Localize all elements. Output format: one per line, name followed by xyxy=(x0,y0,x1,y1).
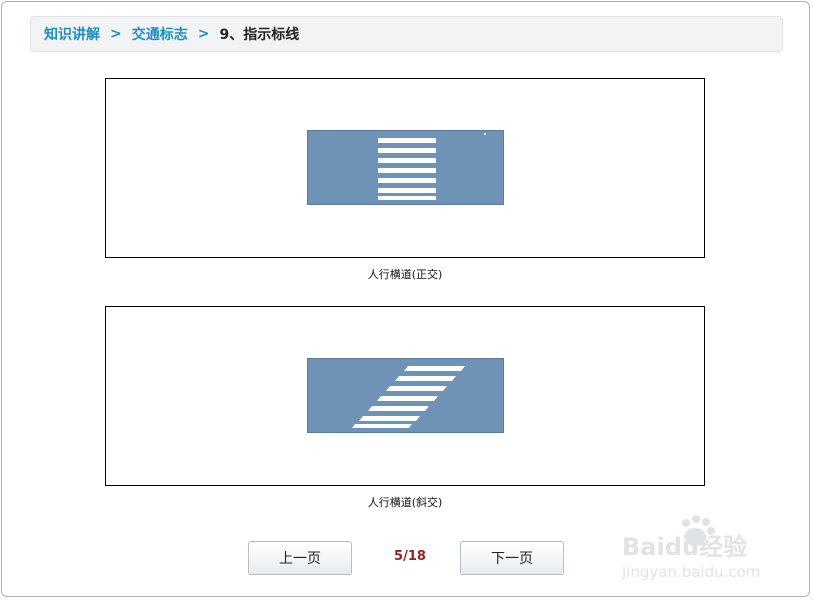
crosswalk-stripe xyxy=(395,376,456,381)
crosswalk-stripe xyxy=(368,406,429,411)
breadcrumb: 知识讲解 > 交通标志 > 9、指示标线 xyxy=(30,16,783,52)
breadcrumb-link-traffic-signs[interactable]: 交通标志 xyxy=(132,24,188,44)
crosswalk-stripe xyxy=(378,158,436,163)
crosswalk-perpendicular-figure xyxy=(105,78,705,258)
crosswalk-stripe xyxy=(378,188,436,193)
crosswalk-stripe xyxy=(378,168,436,173)
page-indicator: 5/18 xyxy=(394,549,426,564)
prev-page-button[interactable]: 上一页 xyxy=(248,541,352,575)
crosswalk-stripe xyxy=(378,178,436,183)
chevron-right-icon: > xyxy=(197,26,210,42)
crosswalk-stripe xyxy=(359,416,420,421)
breadcrumb-link-knowledge[interactable]: 知识讲解 xyxy=(44,24,100,44)
crosswalk-diagonal-figure xyxy=(105,306,705,486)
road-speck xyxy=(484,133,486,135)
figure-caption: 人行横道(斜交) xyxy=(367,496,443,509)
figure-caption: 人行横道(正交) xyxy=(367,268,443,281)
road-surface xyxy=(307,130,504,205)
crosswalk-stripe xyxy=(386,386,447,391)
next-page-button[interactable]: 下一页 xyxy=(460,541,564,575)
crosswalk-stripe xyxy=(378,148,436,153)
crosswalk-stripe xyxy=(378,196,436,200)
crosswalk-stripes-diagonal xyxy=(352,366,465,428)
crosswalk-stripe xyxy=(378,138,436,143)
crosswalk-stripe xyxy=(377,396,438,401)
crosswalk-stripe xyxy=(404,366,465,371)
chevron-right-icon: > xyxy=(110,26,122,42)
road-surface xyxy=(307,358,504,433)
crosswalk-stripes-perpendicular xyxy=(378,133,486,200)
crosswalk-stripe xyxy=(352,424,412,428)
breadcrumb-current: 9、指示标线 xyxy=(219,27,300,43)
